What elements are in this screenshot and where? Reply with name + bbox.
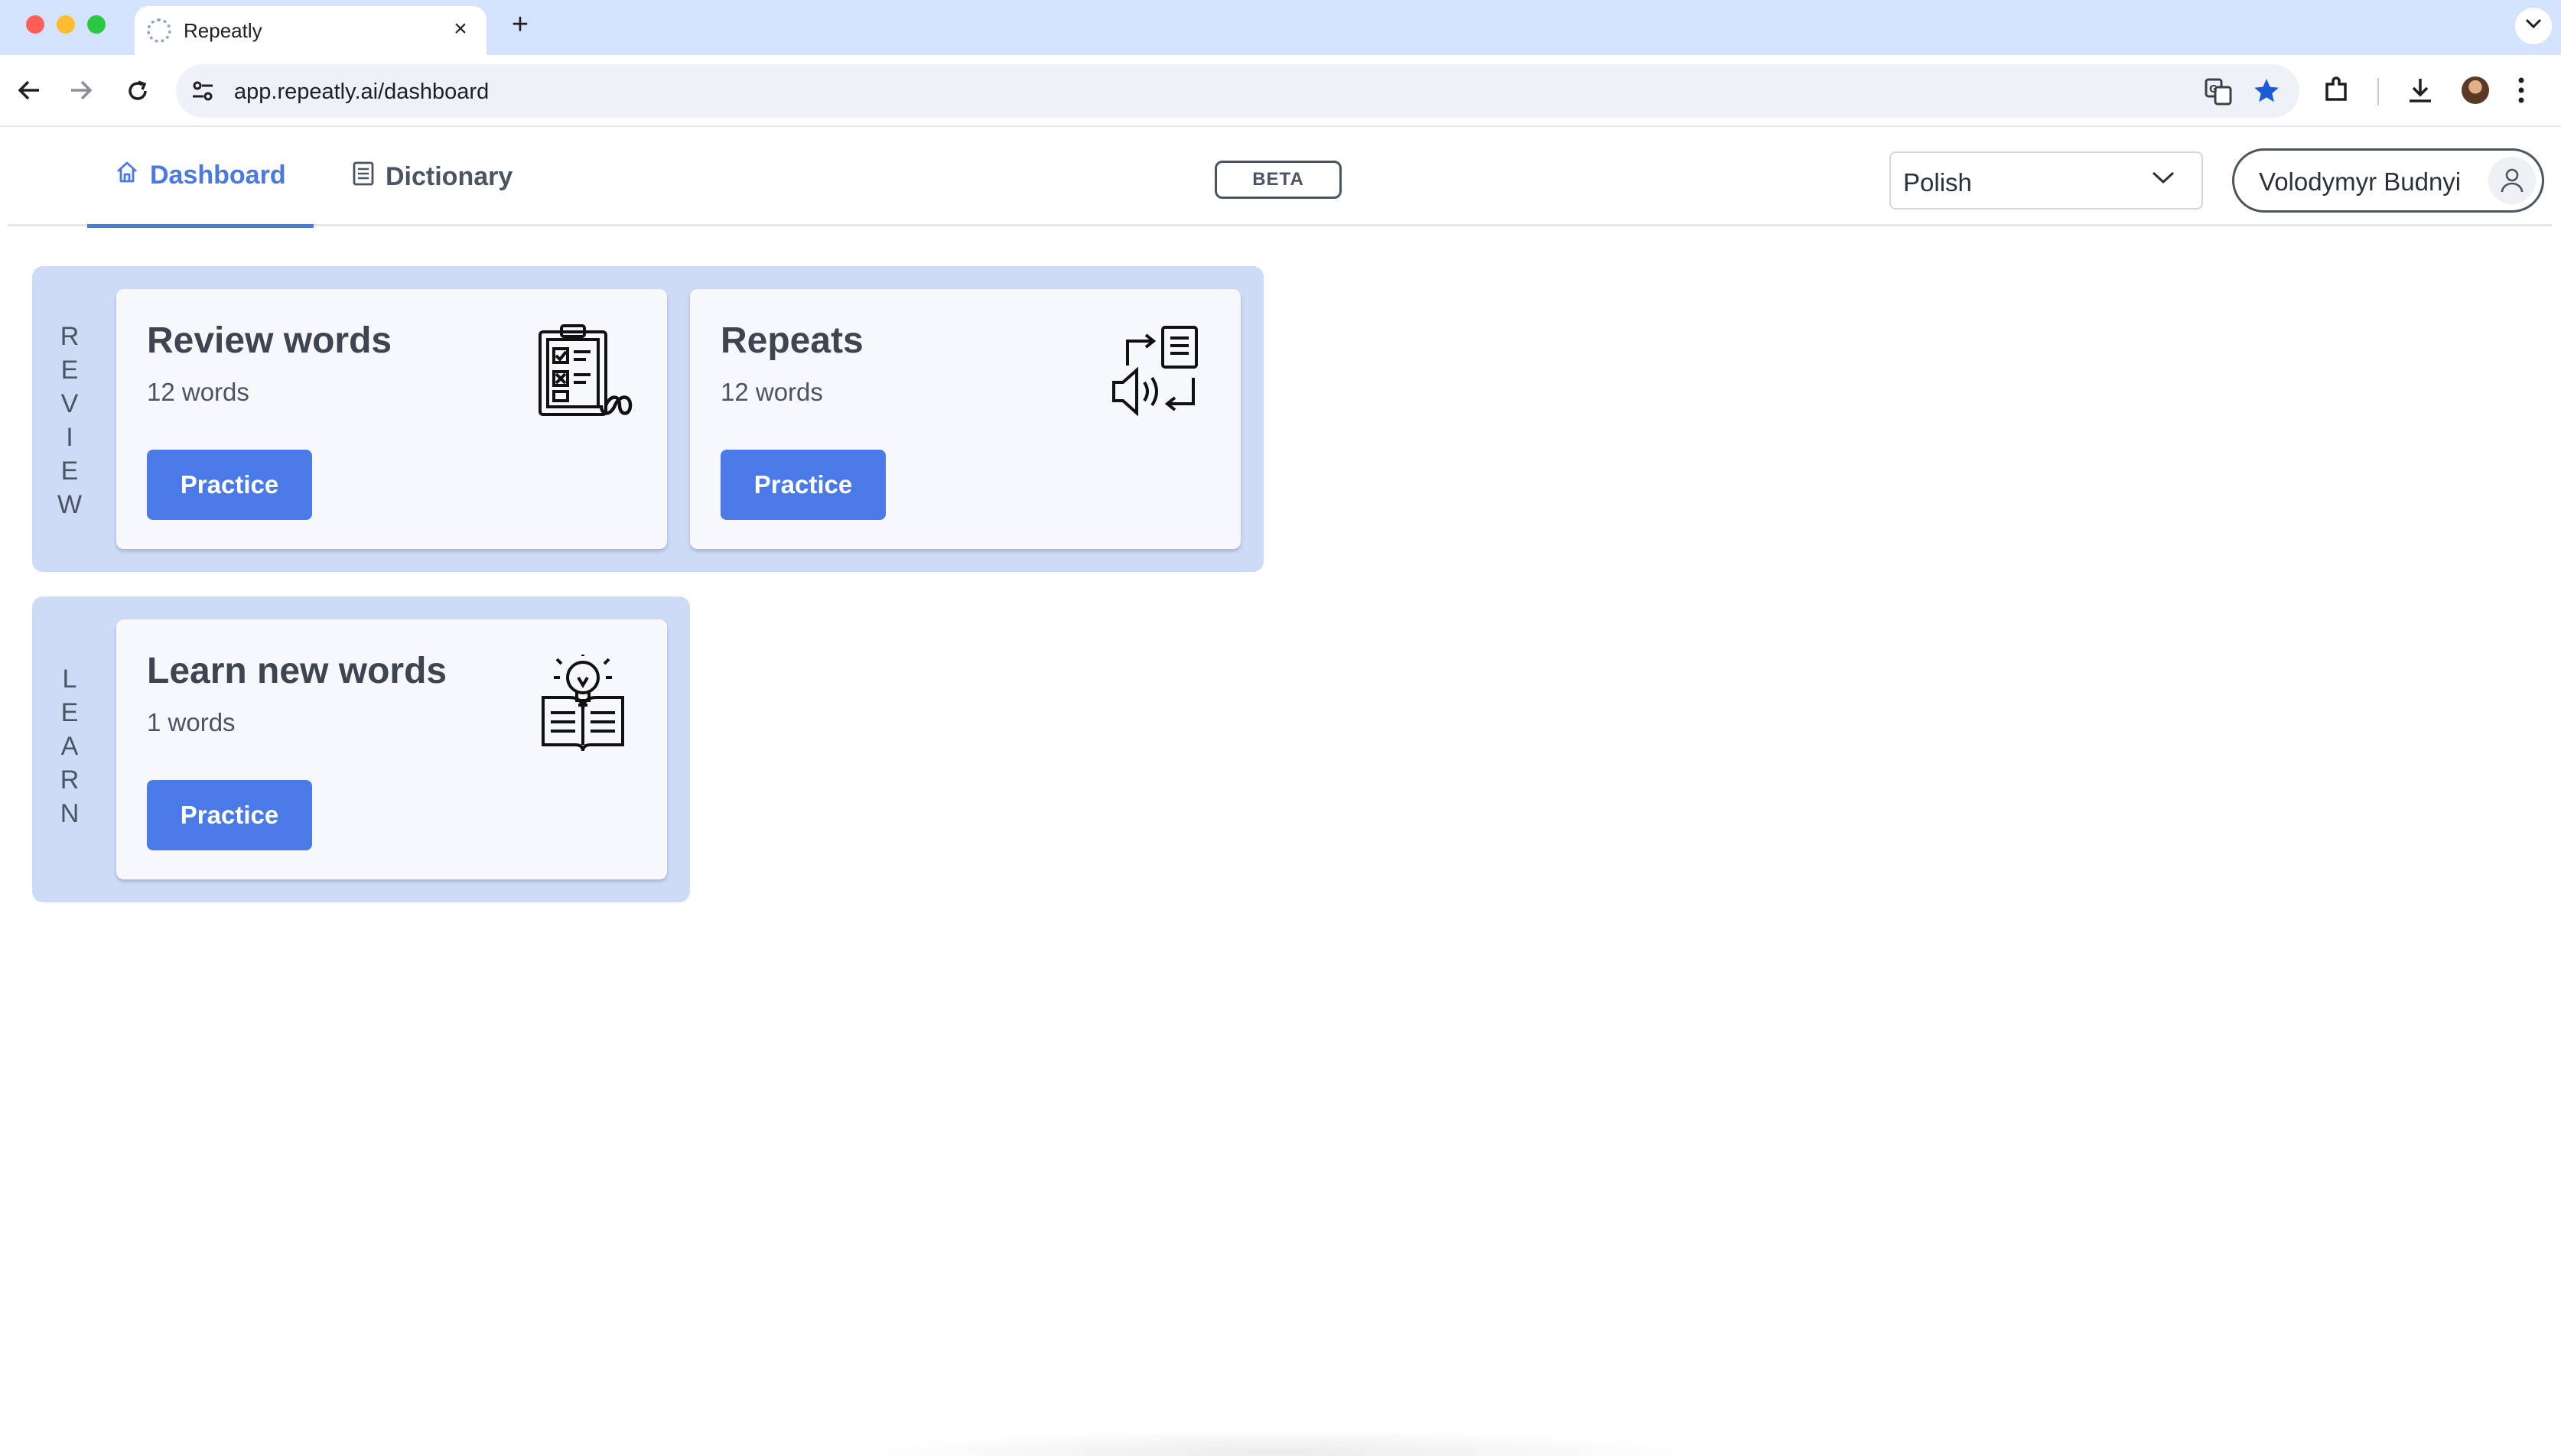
svg-text:G: G	[2209, 84, 2218, 96]
user-menu-button[interactable]: Volodymyr Budnyi	[2232, 148, 2544, 213]
extensions-puzzle-icon[interactable]	[2322, 76, 2351, 109]
browser-tab[interactable]: Repeatly ×	[135, 6, 486, 55]
learn-label-letter: E	[60, 698, 79, 727]
site-settings-icon[interactable]	[190, 78, 216, 108]
chevron-down-icon	[2151, 170, 2175, 189]
close-window-button[interactable]	[26, 15, 44, 34]
forward-arrow-icon[interactable]	[63, 72, 99, 109]
learn-vertical-label: L E A R N	[58, 662, 81, 830]
tab-strip: Repeatly × +	[0, 0, 2561, 55]
toolbar-divider	[2377, 78, 2379, 106]
minimize-window-button[interactable]	[57, 15, 75, 34]
beta-badge: BETA	[1215, 161, 1342, 199]
learn-label-letter: L	[62, 665, 77, 694]
translate-icon[interactable]: G	[2205, 78, 2232, 109]
repeats-card: Repeats 12 words Practice	[690, 289, 1241, 549]
language-select-value: Polish	[1903, 168, 1972, 197]
home-icon	[115, 160, 139, 191]
review-label-letter: E	[60, 457, 79, 486]
tab-close-icon[interactable]: ×	[447, 15, 474, 43]
card-title: Repeats	[721, 320, 864, 361]
clipboard-checklist-icon	[535, 324, 633, 423]
learn-label-letter: R	[60, 765, 80, 795]
learn-new-words-card: Learn new words 1 words Practice	[116, 619, 667, 879]
user-name: Volodymyr Budnyi	[2259, 167, 2462, 196]
audio-repeat-icon	[1109, 324, 1204, 423]
language-select[interactable]: Polish	[1889, 151, 2203, 210]
tab-dictionary-label: Dictionary	[386, 161, 513, 191]
repeats-practice-button[interactable]: Practice	[721, 450, 886, 520]
browser-toolbar: app.repeatly.ai/dashboard G	[0, 55, 2561, 127]
tab-dictionary[interactable]: Dictionary	[324, 127, 540, 226]
reload-icon[interactable]	[119, 72, 156, 109]
bottom-shadow	[857, 1430, 1698, 1456]
card-word-count: 1 words	[147, 708, 236, 736]
tab-search-chevron-icon[interactable]	[2515, 8, 2552, 44]
bookmark-star-icon[interactable]	[2252, 76, 2281, 109]
learn-label-letter: A	[60, 732, 79, 761]
app-header: Dashboard Dictionary BETA Polish Volodym…	[8, 127, 2552, 228]
card-word-count: 12 words	[721, 378, 823, 406]
review-label-letter: I	[66, 423, 73, 452]
card-title: Learn new words	[147, 651, 447, 691]
lightbulb-book-icon	[535, 652, 630, 756]
url-text[interactable]: app.repeatly.ai/dashboard	[234, 80, 489, 105]
browser-window: Repeatly × + app.repeatly.ai/dashboard G	[0, 0, 2561, 1456]
learn-group: L E A R N Learn new words 1 words Practi…	[32, 596, 690, 902]
maximize-window-button[interactable]	[87, 15, 106, 34]
card-title: Review words	[147, 320, 392, 361]
card-word-count: 12 words	[147, 378, 249, 406]
repeatly-favicon-icon	[147, 18, 171, 43]
back-arrow-icon[interactable]	[11, 72, 47, 109]
browser-profile-avatar[interactable]	[2462, 76, 2489, 104]
new-tab-button[interactable]: +	[505, 9, 535, 40]
address-bar[interactable]: app.repeatly.ai/dashboard G	[176, 64, 2299, 118]
review-vertical-label: R E V I E W	[57, 320, 83, 522]
download-icon[interactable]	[2406, 76, 2434, 108]
review-label-letter: E	[60, 356, 79, 385]
review-label-letter: W	[57, 490, 83, 519]
tab-title: Repeatly	[184, 19, 262, 42]
review-label-letter: V	[60, 389, 79, 418]
browser-menu-icon[interactable]	[2517, 76, 2526, 108]
user-avatar-icon	[2488, 157, 2536, 204]
review-label-letter: R	[60, 322, 80, 351]
tab-dashboard[interactable]: Dashboard	[87, 127, 314, 228]
review-group: R E V I E W Review words 12 words Practi…	[32, 266, 1264, 572]
review-words-practice-button[interactable]: Practice	[147, 450, 312, 520]
learn-label-letter: N	[60, 799, 80, 828]
tab-dashboard-label: Dashboard	[150, 161, 286, 190]
learn-new-words-practice-button[interactable]: Practice	[147, 780, 312, 850]
list-icon	[352, 161, 375, 193]
review-words-card: Review words 12 words Practice	[116, 289, 667, 549]
